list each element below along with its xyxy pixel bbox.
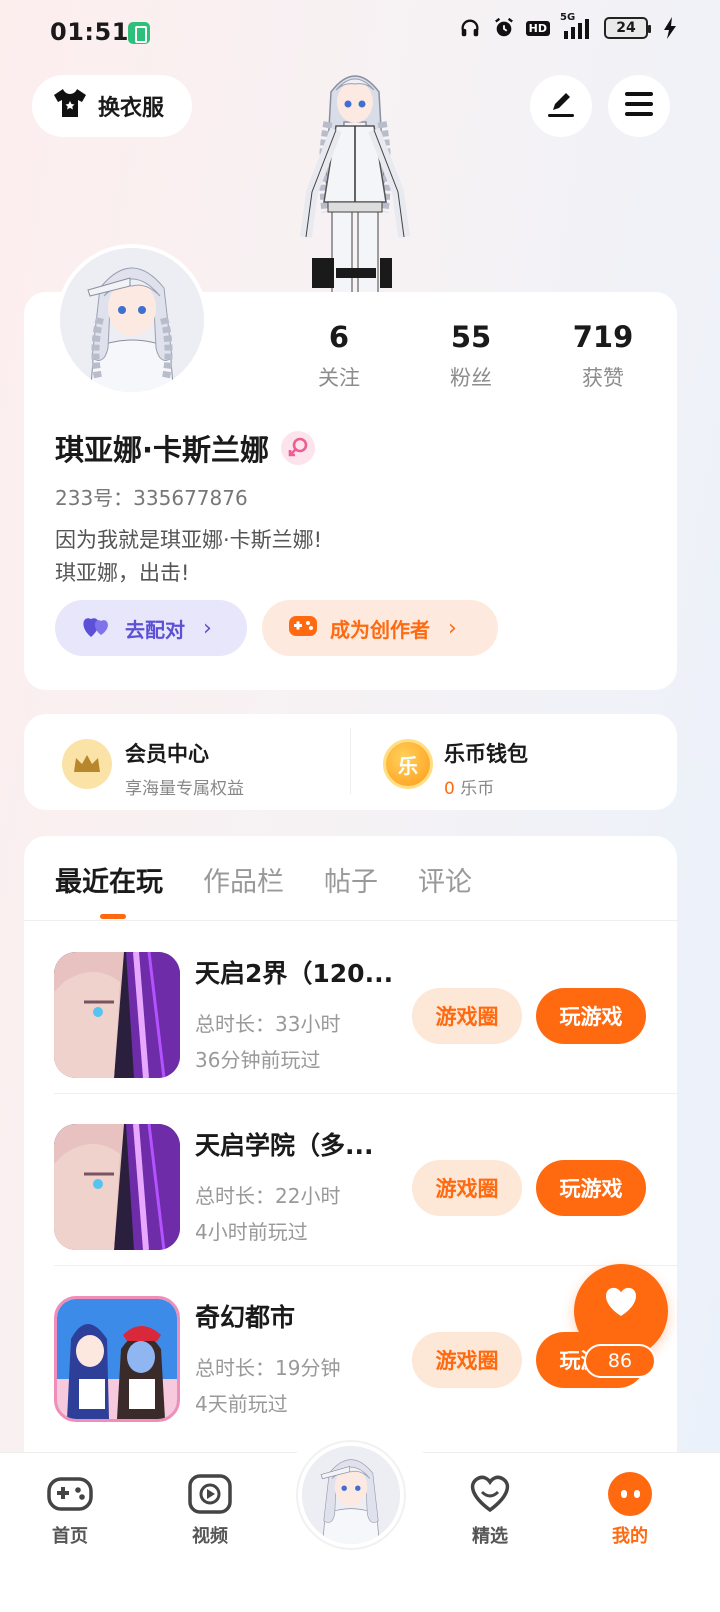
like-count: 86 (584, 1344, 656, 1378)
followers-label: 粉丝 (450, 366, 492, 390)
heart-icon (603, 1286, 639, 1322)
game-row[interactable]: 天启2界（120... 总时长：33小时 36分钟前玩过 游戏圈 玩游戏 (24, 922, 677, 1094)
alarm-icon (492, 16, 516, 40)
video-play-icon (186, 1472, 234, 1516)
coin-wallet-title: 乐币钱包 (444, 742, 528, 766)
menu-icon (623, 90, 655, 122)
edit-profile-button[interactable] (530, 75, 592, 137)
hearts-icon (81, 613, 113, 644)
gamepad-icon (46, 1472, 94, 1516)
battery-level: 24 (604, 17, 651, 39)
game-meta: 总时长：22小时 4小时前玩过 (195, 1178, 340, 1250)
nav-me-label: 我的 (612, 1526, 648, 1547)
last-played: 4天前玩过 (195, 1392, 288, 1416)
chevron-right-icon: › (203, 615, 212, 641)
nickname: 琪亚娜·卡斯兰娜 (55, 427, 316, 469)
vip-subtitle: 享海量专属权益 (125, 779, 244, 799)
likes-label: 获赞 (582, 366, 624, 390)
active-tab-indicator (100, 914, 126, 919)
coin-balance: 0 乐币 (444, 774, 528, 799)
coin-wallet-entry[interactable]: 乐币钱包 0 乐币 (444, 738, 528, 799)
crown-icon (62, 739, 112, 789)
play-game-button[interactable]: 玩游戏 (536, 1160, 646, 1216)
nav-featured-label: 精选 (472, 1526, 508, 1547)
chevron-right-icon: › (448, 615, 457, 641)
status-time: 01:51 (50, 18, 129, 46)
creator-label: 成为创作者 (330, 617, 430, 642)
coin-amount: 0 (444, 779, 455, 799)
stat-following[interactable]: 6 关注 (279, 320, 399, 392)
profile-avatar[interactable] (56, 244, 208, 396)
tab-recently-played[interactable]: 最近在玩 (55, 860, 163, 899)
menu-button[interactable] (608, 75, 670, 137)
stat-followers[interactable]: 55 粉丝 (411, 320, 531, 392)
game-circle-button[interactable]: 游戏圈 (412, 988, 522, 1044)
following-label: 关注 (318, 366, 360, 390)
headphones-icon (458, 16, 482, 40)
bio: 因为我就是琪亚娜·卡斯兰娜! 琪亚娜，出击! (55, 528, 323, 585)
nav-me[interactable]: 我的 (580, 1472, 680, 1548)
signal-icon: 5G (560, 12, 594, 40)
last-played: 36分钟前玩过 (195, 1048, 321, 1072)
stat-likes[interactable]: 719 获赞 (543, 320, 663, 392)
play-duration: 总时长：33小时 (195, 1012, 341, 1036)
vip-title: 会员中心 (125, 742, 209, 766)
nav-avatar[interactable] (296, 1440, 406, 1550)
game-title: 奇幻都市 (195, 1303, 296, 1332)
game-icon (54, 1124, 180, 1250)
avatar-3d-character[interactable] (276, 62, 434, 295)
nav-featured[interactable]: 精选 (440, 1472, 540, 1548)
tab-works[interactable]: 作品栏 (203, 860, 284, 899)
play-duration: 总时长：19分钟 (195, 1356, 341, 1380)
network-type: 5G (560, 12, 576, 23)
change-outfit-button[interactable]: 换衣服 (32, 75, 192, 137)
status-icons: HD 5G 24 (458, 12, 682, 40)
game-icon (54, 1296, 180, 1422)
match-label: 去配对 (125, 617, 185, 642)
change-outfit-label: 换衣服 (98, 96, 165, 121)
wallet-divider (350, 728, 351, 794)
profile-tabs: 最近在玩 作品栏 帖子 评论 (55, 860, 472, 899)
tab-comments[interactable]: 评论 (418, 860, 472, 899)
me-face-icon (606, 1472, 654, 1516)
nav-video[interactable]: 视频 (160, 1472, 260, 1548)
likes-count: 719 (572, 320, 634, 354)
tabs-divider (24, 920, 677, 921)
edit-icon (545, 88, 577, 124)
nickname-text: 琪亚娜·卡斯兰娜 (55, 433, 270, 467)
game-circle-button[interactable]: 游戏圈 (412, 1332, 522, 1388)
play-game-button[interactable]: 玩游戏 (536, 988, 646, 1044)
last-played: 4小时前玩过 (195, 1220, 308, 1244)
nav-home-label: 首页 (52, 1526, 88, 1547)
game-circle-button[interactable]: 游戏圈 (412, 1160, 522, 1216)
battery-saver-icon (128, 22, 150, 44)
nav-video-label: 视频 (192, 1526, 228, 1547)
charging-icon (658, 16, 682, 40)
vip-center-entry[interactable]: 会员中心 享海量专属权益 (125, 738, 244, 799)
tshirt-icon (52, 87, 88, 125)
following-count: 6 (328, 320, 350, 354)
become-creator-button[interactable]: 成为创作者 › (262, 600, 498, 656)
coin-icon: 乐 (383, 739, 433, 789)
user-id: 233号：335677876 (55, 486, 248, 510)
game-title: 天启学院（多... (195, 1131, 374, 1160)
game-meta: 总时长：19分钟 4天前玩过 (195, 1350, 340, 1422)
game-icon (54, 952, 180, 1078)
tab-posts[interactable]: 帖子 (324, 860, 378, 899)
game-meta: 总时长：33小时 36分钟前玩过 (195, 1006, 340, 1078)
heart-outline-icon (466, 1472, 514, 1516)
hd-badge: HD (525, 20, 550, 36)
coin-unit: 乐币 (460, 779, 495, 799)
nav-home[interactable]: 首页 (20, 1472, 120, 1548)
followers-count: 55 (450, 320, 492, 354)
game-row[interactable]: 天启学院（多... 总时长：22小时 4小时前玩过 游戏圈 玩游戏 (24, 1094, 677, 1266)
game-title: 天启2界（120... (195, 959, 394, 988)
gamepad-icon (288, 614, 318, 643)
match-button[interactable]: 去配对 › (55, 600, 247, 656)
play-duration: 总时长：22小时 (195, 1184, 341, 1208)
female-icon (281, 431, 316, 465)
